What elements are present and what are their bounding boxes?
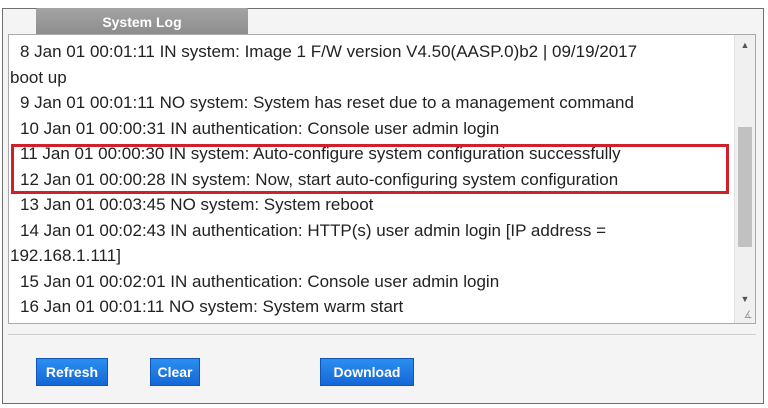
log-entry-text: 15 Jan 01 00:02:01 IN authentication: Co… xyxy=(20,271,500,291)
log-entry-text: 10 Jan 01 00:00:31 IN authentication: Co… xyxy=(20,118,500,138)
log-entry: 192.168.1.111] xyxy=(9,243,733,269)
resize-grip-icon[interactable]: ∡ xyxy=(742,310,754,322)
log-entry: 15 Jan 01 00:02:01 IN authentication: Co… xyxy=(9,269,733,295)
vertical-scrollbar[interactable]: ▲ ▼ xyxy=(734,35,755,323)
scroll-up-arrow-icon[interactable]: ▲ xyxy=(735,37,755,53)
log-textarea[interactable]: 8 Jan 01 00:01:11 IN system: Image 1 F/W… xyxy=(8,34,756,324)
download-button[interactable]: Download xyxy=(320,358,414,386)
top-strip xyxy=(0,0,768,6)
log-entry: 16 Jan 01 00:01:11 NO system: System war… xyxy=(9,294,733,320)
log-entry-text: 12 Jan 01 00:00:28 IN system: Now, start… xyxy=(20,169,619,189)
log-entry-text: boot up xyxy=(10,67,67,87)
log-entry: 10 Jan 01 00:00:31 IN authentication: Co… xyxy=(9,116,733,142)
log-entry-text: 14 Jan 01 00:02:43 IN authentication: HT… xyxy=(20,220,607,240)
log-entry: 12 Jan 01 00:00:28 IN system: Now, start… xyxy=(9,167,733,193)
scroll-thumb[interactable] xyxy=(738,127,752,247)
clear-button[interactable]: Clear xyxy=(150,358,200,386)
scroll-down-arrow-icon[interactable]: ▼ xyxy=(735,291,755,307)
log-entry: 11 Jan 01 00:00:30 IN system: Auto-confi… xyxy=(9,141,733,167)
log-entry-text: 13 Jan 01 00:03:45 NO system: System reb… xyxy=(20,195,374,214)
log-entry: 8 Jan 01 00:01:11 IN system: Image 1 F/W… xyxy=(9,39,733,65)
log-entry-text: 11 Jan 01 00:00:30 IN system: Auto-confi… xyxy=(20,144,621,163)
log-content: 8 Jan 01 00:01:11 IN system: Image 1 F/W… xyxy=(9,39,733,320)
log-entry: 13 Jan 01 00:03:45 NO system: System reb… xyxy=(9,192,733,218)
log-entry: 9 Jan 01 00:01:11 NO system: System has … xyxy=(9,90,733,116)
system-log-tab[interactable]: System Log xyxy=(36,8,248,36)
log-entry: 14 Jan 01 00:02:43 IN authentication: HT… xyxy=(9,218,733,244)
log-entry: boot up xyxy=(9,65,733,91)
separator xyxy=(8,334,756,335)
log-entry-text: 9 Jan 01 00:01:11 NO system: System has … xyxy=(20,93,634,112)
log-entry-text: 8 Jan 01 00:01:11 IN system: Image 1 F/W… xyxy=(20,42,638,61)
refresh-button[interactable]: Refresh xyxy=(36,358,108,386)
log-entry-text: 16 Jan 01 00:01:11 NO system: System war… xyxy=(20,297,404,316)
log-entry-text: 192.168.1.111] xyxy=(10,246,121,265)
